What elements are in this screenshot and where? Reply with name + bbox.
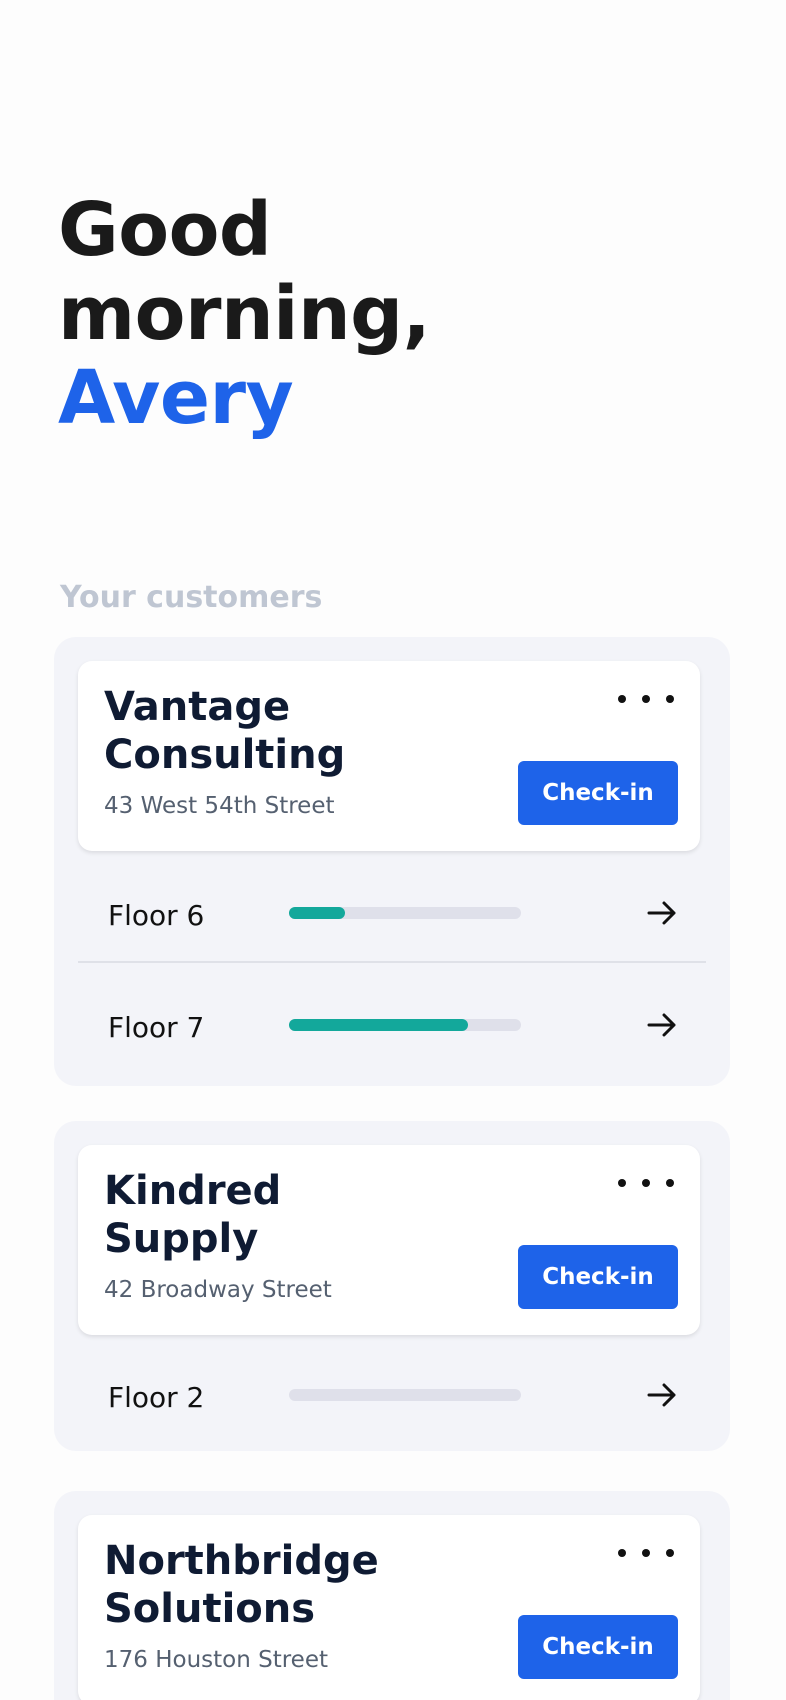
user-name: Avery (58, 355, 294, 441)
more-options-icon[interactable] (618, 687, 674, 711)
section-title-customers: Your customers (60, 580, 323, 615)
floor-row[interactable]: Floor 2 (78, 1345, 706, 1445)
floor-label: Floor 6 (108, 899, 205, 932)
arrow-right-icon[interactable] (646, 897, 678, 929)
customer-card[interactable]: Kindred Supply 42 Broadway Street Check-… (78, 1145, 700, 1335)
customer-group-kindred: Kindred Supply 42 Broadway Street Check-… (54, 1121, 730, 1451)
greeting-line-2: morning, (58, 271, 431, 357)
customer-name: Northbridge Solutions (104, 1537, 484, 1633)
check-in-button[interactable]: Check-in (518, 1245, 678, 1309)
check-in-button[interactable]: Check-in (518, 761, 678, 825)
greeting-heading: Good morning, Avery (58, 187, 431, 441)
arrow-right-icon[interactable] (646, 1009, 678, 1041)
arrow-right-icon[interactable] (646, 1379, 678, 1411)
customer-name-line-1: Kindred (104, 1168, 282, 1214)
floor-row[interactable]: Floor 6 (78, 863, 706, 963)
floor-progress-track (289, 907, 521, 919)
customer-name-line-1: Vantage (104, 684, 291, 730)
customer-card[interactable]: Vantage Consulting 43 West 54th Street C… (78, 661, 700, 851)
floor-label: Floor 7 (108, 1011, 205, 1044)
customer-name-line-2: Supply (104, 1216, 259, 1262)
customer-name-line-1: Northbridge (104, 1538, 379, 1584)
more-options-icon[interactable] (618, 1171, 674, 1195)
floor-progress-fill (289, 1019, 468, 1031)
customer-address: 42 Broadway Street (104, 1277, 332, 1303)
home-screen: Good morning, Avery Your customers Vanta… (0, 0, 786, 1700)
floor-label: Floor 2 (108, 1381, 205, 1414)
customer-group-vantage: Vantage Consulting 43 West 54th Street C… (54, 637, 730, 1086)
floor-row[interactable]: Floor 7 (78, 975, 706, 1075)
floor-progress-fill (289, 907, 345, 919)
check-in-button[interactable]: Check-in (518, 1615, 678, 1679)
floor-progress-track (289, 1389, 521, 1401)
customer-name: Kindred Supply (104, 1167, 484, 1263)
customer-group-northbridge: Northbridge Solutions 176 Houston Street… (54, 1491, 730, 1700)
customer-address: 43 West 54th Street (104, 793, 335, 819)
customer-name: Vantage Consulting (104, 683, 484, 779)
customer-card[interactable]: Northbridge Solutions 176 Houston Street… (78, 1515, 700, 1700)
customer-address: 176 Houston Street (104, 1647, 329, 1673)
customer-name-line-2: Solutions (104, 1586, 316, 1632)
more-options-icon[interactable] (618, 1541, 674, 1565)
greeting-line-1: Good (58, 187, 272, 273)
customer-name-line-2: Consulting (104, 732, 346, 778)
floor-progress-track (289, 1019, 521, 1031)
